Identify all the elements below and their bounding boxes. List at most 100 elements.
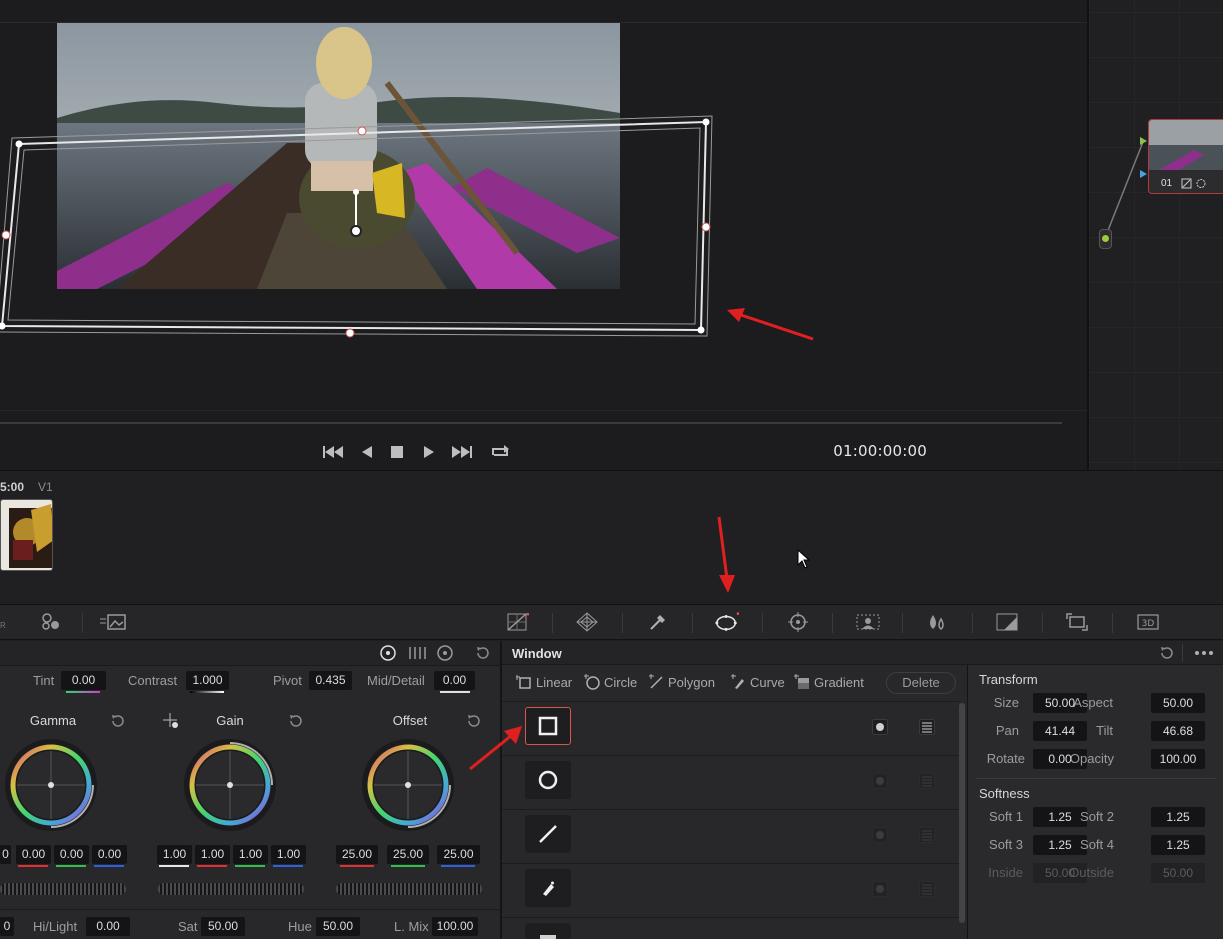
offset-g-field[interactable]: 25.00 <box>387 845 429 864</box>
gain-master-wheel[interactable] <box>158 883 304 895</box>
hue-field[interactable]: 50.00 <box>316 917 360 936</box>
stop-icon[interactable] <box>386 441 408 463</box>
mask-window-icon[interactable] <box>919 773 935 789</box>
add-linear-window-button[interactable]: Linear <box>516 674 572 690</box>
gamma-master-wheel[interactable] <box>0 883 126 895</box>
motion-effects-icon[interactable] <box>99 611 127 633</box>
primaries-wheels-icon[interactable] <box>376 642 400 664</box>
clip-timeline: 5:00 V1 <box>0 470 1223 604</box>
node-input-dot[interactable] <box>1099 229 1112 249</box>
window-icon[interactable] <box>715 611 739 633</box>
mask-window-icon[interactable] <box>919 719 935 735</box>
window-circle-toggle[interactable] <box>525 761 571 799</box>
add-gradient-window-button[interactable]: Gradient <box>794 674 864 690</box>
invert-window-icon[interactable] <box>872 881 888 897</box>
offset-b-field[interactable]: 25.00 <box>437 845 480 864</box>
picker-icon[interactable] <box>162 712 180 730</box>
pivot-field[interactable]: 0.435 <box>309 671 352 690</box>
offset-wheel[interactable] <box>360 737 456 836</box>
offset-master-wheel[interactable] <box>336 883 482 895</box>
window-reset-icon[interactable] <box>1159 645 1175 661</box>
soft3-label: Soft 3 <box>989 837 1023 852</box>
node-graph[interactable] <box>1089 0 1223 470</box>
node-01[interactable]: 01 <box>1148 119 1223 194</box>
sat-field[interactable]: 50.00 <box>201 917 245 936</box>
add-circle-window-button[interactable]: Circle <box>584 674 637 690</box>
log-wheels-icon[interactable] <box>434 642 458 664</box>
polygon-label: Polygon <box>668 674 715 690</box>
window-row-curve[interactable] <box>502 863 959 917</box>
gain-r-field[interactable]: 1.00 <box>195 845 230 864</box>
invert-window-icon[interactable] <box>872 773 888 789</box>
tilt-label: Tilt <box>1096 723 1113 738</box>
add-polygon-window-button[interactable]: Polygon <box>648 674 715 690</box>
viewer-scrub-bar[interactable] <box>0 422 1062 424</box>
window-row-gradient[interactable] <box>502 917 959 939</box>
3d-icon[interactable]: 3D <box>1136 611 1160 633</box>
soft2-field[interactable]: 1.25 <box>1151 807 1205 827</box>
window-linear-toggle[interactable] <box>525 707 571 745</box>
loop-icon[interactable] <box>489 441 511 463</box>
step-back-icon[interactable] <box>356 441 378 463</box>
circle-label: Circle <box>604 674 638 690</box>
linear-label: Linear <box>536 674 573 690</box>
key-icon[interactable] <box>995 611 1019 633</box>
skip-back-icon[interactable] <box>322 441 344 463</box>
gain-reset-icon[interactable] <box>288 713 304 729</box>
window-curve-toggle[interactable] <box>525 869 571 907</box>
gain-y-field[interactable]: 1.00 <box>157 845 192 864</box>
mask-window-icon[interactable] <box>919 881 935 897</box>
gain-wheel[interactable] <box>182 737 278 836</box>
offset-r-field[interactable]: 25.00 <box>336 845 378 864</box>
gamma-y-field[interactable]: 0 <box>0 845 11 864</box>
qualifier-icon[interactable] <box>646 611 670 633</box>
tracker-icon[interactable] <box>786 611 810 633</box>
primaries-bars-icon[interactable] <box>405 642 429 664</box>
window-polygon-toggle[interactable] <box>525 815 571 853</box>
gradient-label: Gradient <box>814 674 864 690</box>
gamma-reset-icon[interactable] <box>110 713 126 729</box>
gain-g-field[interactable]: 1.00 <box>233 845 268 864</box>
gain-b-field[interactable]: 1.00 <box>271 845 306 864</box>
more-options-icon[interactable] <box>1194 650 1214 656</box>
tint-field[interactable]: 0.00 <box>61 671 106 690</box>
invert-window-icon[interactable] <box>872 827 888 843</box>
window-row-polygon[interactable] <box>502 809 959 863</box>
blur-icon[interactable] <box>925 611 949 633</box>
play-icon[interactable] <box>418 441 440 463</box>
gamma-g-field[interactable]: 0.00 <box>54 845 89 864</box>
reset-icon[interactable] <box>471 642 495 664</box>
window-shape-overlay[interactable] <box>0 110 720 345</box>
outside-field[interactable]: 50.00 <box>1151 863 1205 883</box>
color-match-icon[interactable] <box>39 611 63 633</box>
timecode-display: 01:00:00:00 <box>833 442 927 460</box>
clip-thumbnail[interactable] <box>0 499 53 571</box>
hilight-field[interactable]: 0.00 <box>86 917 130 936</box>
skip-forward-icon[interactable] <box>451 441 473 463</box>
opacity-field[interactable]: 100.00 <box>1151 749 1205 769</box>
aspect-field[interactable]: 50.00 <box>1151 693 1205 713</box>
gamma-r-field[interactable]: 0.00 <box>16 845 51 864</box>
soft4-field[interactable]: 1.25 <box>1151 835 1205 855</box>
gamma-wheel[interactable] <box>3 737 99 836</box>
palette-toolbar: R 3D <box>0 604 1223 640</box>
middetail-field[interactable]: 0.00 <box>434 671 475 690</box>
gamma-b-field[interactable]: 0.00 <box>92 845 127 864</box>
invert-window-icon[interactable] <box>872 719 888 735</box>
mask-window-icon[interactable] <box>919 827 935 843</box>
curves-icon[interactable] <box>506 611 530 633</box>
magic-mask-icon[interactable] <box>854 611 882 633</box>
lmix-field[interactable]: 100.00 <box>432 917 478 936</box>
sizing-icon[interactable] <box>1065 611 1089 633</box>
soft4-label: Soft 4 <box>1080 837 1114 852</box>
add-curve-window-button[interactable]: Curve <box>730 674 785 690</box>
window-row-linear[interactable] <box>502 701 959 755</box>
temp-field[interactable]: 0 <box>0 917 14 936</box>
viewer: 01:00:00:00 <box>0 0 1087 470</box>
tilt-field[interactable]: 46.68 <box>1151 721 1205 741</box>
color-warper-icon[interactable] <box>575 611 599 633</box>
window-row-circle[interactable] <box>502 755 959 809</box>
delete-window-button[interactable]: Delete <box>886 672 956 694</box>
window-gradient-toggle[interactable] <box>525 923 571 939</box>
contrast-field[interactable]: 1.000 <box>186 671 229 690</box>
